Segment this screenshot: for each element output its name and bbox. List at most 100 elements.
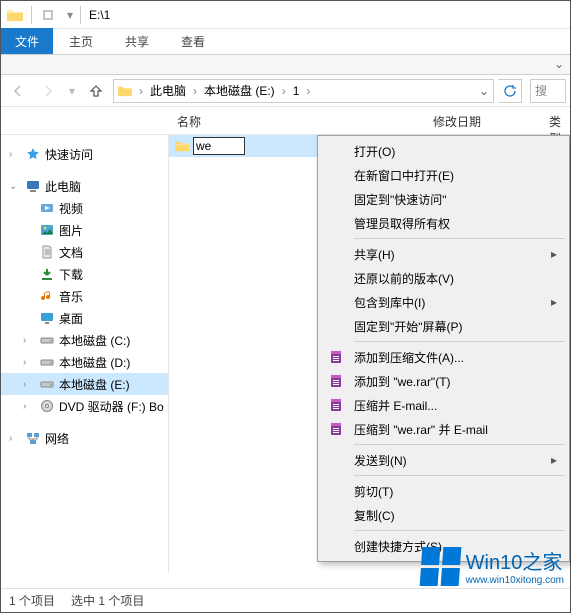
expand-icon[interactable]: › (23, 379, 35, 390)
menu-separator (354, 444, 565, 445)
context-menu: 打开(O)在新窗口中打开(E)固定到"快速访问"管理员取得所有权共享(H)▸还原… (317, 135, 570, 562)
menu-item[interactable]: 固定到"开始"屏幕(P) (320, 314, 567, 338)
menu-item[interactable]: 打开(O) (320, 139, 567, 163)
menu-item[interactable]: 复制(C) (320, 503, 567, 527)
back-button[interactable] (5, 78, 31, 104)
expand-icon[interactable]: › (23, 401, 35, 412)
menu-separator (354, 238, 565, 239)
column-date[interactable]: 修改日期 (425, 107, 541, 134)
chevron-right-icon[interactable]: › (303, 84, 313, 98)
menu-item[interactable]: 剪切(T) (320, 479, 567, 503)
menu-item[interactable]: 压缩并 E-mail... (320, 393, 567, 417)
submenu-arrow-icon: ▸ (551, 453, 557, 467)
breadcrumb-dropdown-icon[interactable]: ⌄ (475, 84, 493, 98)
nav-item[interactable]: 下载 (1, 263, 168, 285)
menu-separator (354, 475, 565, 476)
pc-icon (25, 178, 41, 194)
menu-separator (354, 341, 565, 342)
chevron-down-icon[interactable]: ▾ (62, 1, 78, 29)
forward-button (35, 78, 61, 104)
menu-item[interactable]: 固定到"快速访问" (320, 187, 567, 211)
expand-icon[interactable]: › (9, 433, 21, 444)
submenu-arrow-icon: ▸ (551, 247, 557, 261)
ribbon-body: ⌄ (1, 55, 570, 75)
nav-item[interactable]: 文档 (1, 241, 168, 263)
item-icon (39, 354, 55, 370)
chevron-right-icon[interactable]: › (279, 84, 289, 98)
menu-item[interactable]: 添加到压缩文件(A)... (320, 345, 567, 369)
menu-item[interactable]: 在新窗口中打开(E) (320, 163, 567, 187)
refresh-button[interactable] (498, 79, 522, 103)
folder-icon (169, 139, 189, 153)
item-icon (39, 332, 55, 348)
ribbon-tabs: 文件 主页 共享 查看 (1, 29, 570, 55)
menu-item[interactable]: 发送到(N)▸ (320, 448, 567, 472)
up-button[interactable] (83, 78, 109, 104)
column-type[interactable]: 类型 (541, 107, 570, 134)
menu-item[interactable]: 压缩到 "we.rar" 并 E-mail (320, 417, 567, 441)
nav-item[interactable]: 音乐 (1, 285, 168, 307)
nav-item[interactable]: ›DVD 驱动器 (F:) Bo (1, 395, 168, 417)
title-bar: ▾ E:\1 (1, 1, 570, 29)
breadcrumb-seg-drive[interactable]: 本地磁盘 (E:) (200, 80, 279, 102)
nav-item[interactable]: ›本地磁盘 (D:) (1, 351, 168, 373)
nav-item[interactable]: 图片 (1, 219, 168, 241)
star-icon (25, 146, 41, 162)
status-count: 1 个项目 (9, 592, 55, 609)
nav-quickaccess[interactable]: › 快速访问 (1, 143, 168, 165)
menu-item[interactable]: 添加到 "we.rar"(T) (320, 369, 567, 393)
rar-icon (328, 397, 344, 413)
column-name[interactable]: 名称 (169, 107, 425, 134)
menu-item[interactable]: 共享(H)▸ (320, 242, 567, 266)
nav-item[interactable]: 桌面 (1, 307, 168, 329)
network-icon (25, 430, 41, 446)
menu-item[interactable]: 还原以前的版本(V) (320, 266, 567, 290)
file-tab[interactable]: 文件 (1, 28, 53, 54)
expand-icon[interactable]: › (9, 149, 21, 160)
rar-icon (328, 373, 344, 389)
folder-icon (1, 1, 29, 29)
menu-item[interactable]: 管理员取得所有权 (320, 211, 567, 235)
recent-dropdown-icon[interactable]: ▾ (65, 78, 79, 104)
tab-home[interactable]: 主页 (53, 28, 109, 54)
quickaccess-dropdown-icon[interactable] (34, 1, 62, 29)
status-selected: 选中 1 个项目 (71, 592, 144, 609)
watermark-url: www.win10xitong.com (466, 575, 564, 586)
tab-share[interactable]: 共享 (109, 28, 165, 54)
nav-item[interactable]: ›本地磁盘 (E:) (1, 373, 168, 395)
nav-thispc[interactable]: ⌄ 此电脑 (1, 175, 168, 197)
nav-item[interactable]: 视频 (1, 197, 168, 219)
item-icon (39, 200, 55, 216)
folder-icon (114, 85, 136, 97)
breadcrumb-seg-folder[interactable]: 1 (289, 80, 304, 102)
item-icon (39, 398, 55, 414)
collapse-icon[interactable]: ⌄ (9, 181, 21, 192)
expand-icon[interactable]: › (23, 335, 35, 346)
menu-separator (354, 530, 565, 531)
rar-icon (328, 421, 344, 437)
tab-view[interactable]: 查看 (165, 28, 221, 54)
item-icon (39, 222, 55, 238)
column-headers: 名称 修改日期 类型 (1, 107, 570, 135)
search-input[interactable]: 搜 (530, 79, 566, 103)
rar-icon (328, 349, 344, 365)
status-bar: 1 个项目 选中 1 个项目 (1, 588, 570, 612)
item-icon (39, 288, 55, 304)
menu-item[interactable]: 包含到库中(I)▸ (320, 290, 567, 314)
ribbon-expand-icon[interactable]: ⌄ (554, 57, 564, 71)
breadcrumb[interactable]: › 此电脑 › 本地磁盘 (E:) › 1 › ⌄ (113, 79, 494, 103)
item-icon (39, 376, 55, 392)
item-icon (39, 310, 55, 326)
breadcrumb-seg-pc[interactable]: 此电脑 (146, 80, 190, 102)
chevron-right-icon[interactable]: › (190, 84, 200, 98)
nav-network[interactable]: › 网络 (1, 427, 168, 449)
chevron-right-icon[interactable]: › (136, 84, 146, 98)
rename-input[interactable] (193, 137, 245, 155)
address-bar: ▾ › 此电脑 › 本地磁盘 (E:) › 1 › ⌄ 搜 (1, 75, 570, 107)
navigation-pane: › 快速访问 ⌄ 此电脑 视频图片文档下载音乐桌面›本地磁盘 (C:)›本地磁盘… (1, 135, 169, 573)
submenu-arrow-icon: ▸ (551, 295, 557, 309)
expand-icon[interactable]: › (23, 357, 35, 368)
menu-item[interactable]: 创建快捷方式(S) (320, 534, 567, 558)
window-title: E:\1 (89, 8, 110, 22)
nav-item[interactable]: ›本地磁盘 (C:) (1, 329, 168, 351)
